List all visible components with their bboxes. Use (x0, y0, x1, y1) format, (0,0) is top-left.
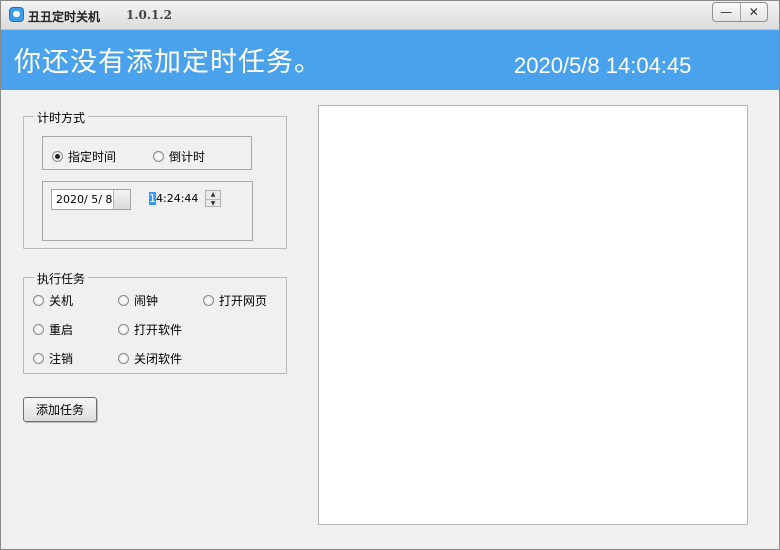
time-picker[interactable]: 14:24:44 ▲ ▼ (147, 189, 221, 208)
radio-task-label: 注销 (49, 352, 74, 366)
radio-task-label: 闹钟 (134, 294, 159, 308)
radio-dot-icon (118, 295, 129, 306)
task-type-legend: 执行任务 (34, 270, 89, 287)
close-button[interactable]: ✕ (739, 3, 768, 21)
radio-dot-icon (153, 151, 164, 162)
radio-dot-icon (118, 353, 129, 364)
time-spinner[interactable]: ▲ ▼ (205, 190, 221, 207)
radio-task-close-software[interactable]: 关闭软件 (118, 350, 182, 367)
timing-mode-legend: 计时方式 (34, 109, 89, 126)
radio-task-label: 打开网页 (219, 294, 268, 308)
task-list[interactable] (318, 105, 748, 525)
current-datetime: 2020/5/8 14:04:45 (514, 53, 692, 78)
app-version: 1.0.1.2 (126, 8, 172, 22)
radio-task-open-software[interactable]: 打开软件 (118, 321, 182, 338)
radio-dot-icon (118, 324, 129, 335)
timing-mode-panel: 指定时间 倒计时 (42, 136, 252, 170)
radio-task-logoff[interactable]: 注销 (33, 350, 73, 367)
radio-specified-time[interactable]: 指定时间 (52, 148, 116, 165)
radio-task-label: 重启 (49, 323, 74, 337)
time-rest: 4:24:44 (156, 192, 199, 205)
radio-dot-icon (203, 295, 214, 306)
main-window: 丑丑定时关机 1.0.1.2 — ✕ 你还没有添加定时任务。 2020/5/8 … (0, 0, 780, 550)
spin-up-icon[interactable]: ▲ (206, 191, 220, 199)
radio-task-restart[interactable]: 重启 (33, 321, 73, 338)
add-task-button[interactable]: 添加任务 (23, 397, 97, 422)
spin-down-icon[interactable]: ▼ (206, 199, 220, 208)
status-banner: 你还没有添加定时任务。 2020/5/8 14:04:45 (1, 30, 779, 90)
radio-task-label: 打开软件 (134, 323, 183, 337)
status-message: 你还没有添加定时任务。 (14, 47, 322, 78)
radio-dot-icon (33, 295, 44, 306)
radio-countdown[interactable]: 倒计时 (153, 148, 205, 165)
date-dropdown-button[interactable] (113, 190, 130, 209)
radio-dot-icon (52, 151, 63, 162)
app-logo-icon (9, 7, 24, 22)
radio-dot-icon (33, 353, 44, 364)
date-picker[interactable]: 2020/ 5/ 8 (51, 189, 131, 210)
time-value: 14:24:44 (147, 192, 198, 205)
radio-task-alarm[interactable]: 闹钟 (118, 292, 158, 309)
radio-task-open-webpage[interactable]: 打开网页 (203, 292, 267, 309)
window-controls: — ✕ (712, 2, 768, 22)
radio-task-shutdown[interactable]: 关机 (33, 292, 73, 309)
task-type-group: 执行任务 关机 闹钟 打开网页 重启 打开软件 注销 关闭软件 (23, 270, 287, 374)
minimize-button[interactable]: — (713, 3, 740, 21)
time-hour-selected: 1 (149, 192, 156, 205)
radio-task-label: 关机 (49, 294, 74, 308)
date-value: 2020/ 5/ 8 (56, 193, 113, 206)
radio-task-label: 关闭软件 (134, 352, 183, 366)
radio-countdown-label: 倒计时 (169, 150, 206, 164)
title-bar[interactable]: 丑丑定时关机 1.0.1.2 — ✕ (1, 1, 779, 30)
radio-specified-time-label: 指定时间 (68, 150, 117, 164)
window-title: 丑丑定时关机 (28, 10, 101, 24)
radio-dot-icon (33, 324, 44, 335)
